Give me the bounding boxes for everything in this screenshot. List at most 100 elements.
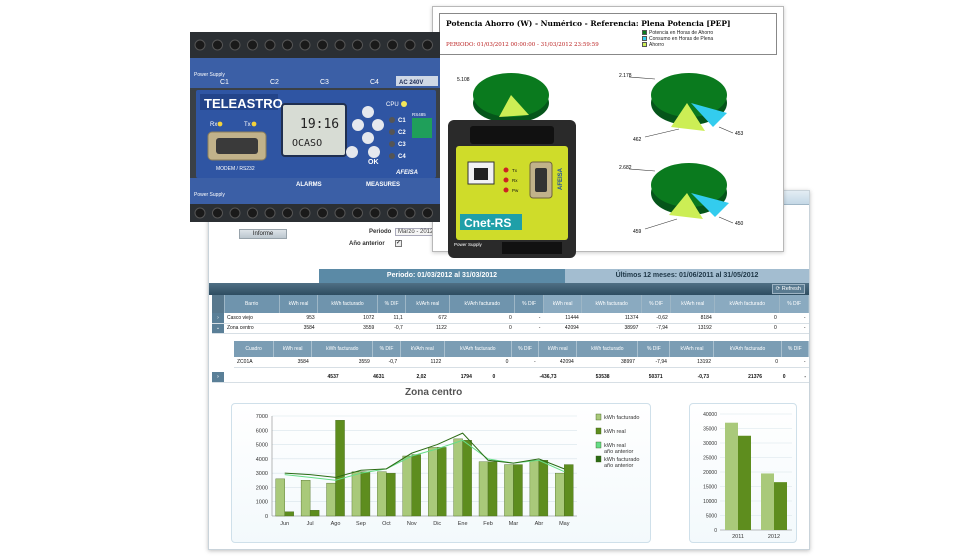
table-cell: - <box>781 357 809 368</box>
ok-button[interactable] <box>368 146 380 158</box>
subtable-row[interactable]: ZC01A 3584 3559 -0,7 1122 0-42094 38997 -7,94 13… <box>234 357 809 368</box>
y-tick-label: 15000 <box>703 485 717 491</box>
column-header[interactable]: kVArh real <box>405 295 451 313</box>
subtable-column-header[interactable]: kWh real <box>273 341 313 357</box>
y-tick-label: 4000 <box>256 457 268 463</box>
column-header[interactable]: kVArh facturado <box>449 295 516 313</box>
cpu-label: CPU <box>386 102 399 108</box>
column-header[interactable]: kVArh real <box>670 295 716 313</box>
subtable-column-header[interactable]: Cuadro <box>234 341 275 357</box>
anio-anterior-checkbox[interactable]: ✓ <box>395 240 402 247</box>
column-header[interactable]: kVArh facturado <box>714 295 781 313</box>
column-header[interactable]: kWh facturado <box>317 295 378 313</box>
x-tick-label: Abr <box>535 521 544 527</box>
x-tick-label: Feb <box>483 521 492 527</box>
contact-label-c1: C1 <box>220 79 229 86</box>
subtable-column-header[interactable]: kVArh real <box>400 341 445 357</box>
rx-led <box>217 121 223 127</box>
legend-label-cont: año anterior <box>604 449 634 455</box>
column-header[interactable]: % DIF <box>377 295 407 313</box>
subtable-column-header[interactable]: % DIF <box>781 341 810 357</box>
subtable-column-header[interactable]: kWh real <box>538 341 578 357</box>
column-header[interactable]: % DIF <box>514 295 544 313</box>
terminal-screw <box>334 207 346 219</box>
terminal-screw <box>422 39 433 51</box>
right-arrow-button[interactable] <box>372 119 384 131</box>
periodo-select[interactable]: Marzo - 2012 <box>395 228 437 236</box>
contact-label-c3: C3 <box>320 79 329 86</box>
down-arrow-button[interactable] <box>362 132 374 144</box>
cnet-rs-device: Tx Rx Pw AFEISA Cnet-RS Power Supply <box>448 120 576 258</box>
column-header[interactable]: % DIF <box>779 295 809 313</box>
y-tick-label: 25000 <box>703 456 717 462</box>
pie-value-label: 5.108 <box>457 77 470 83</box>
terminal-screw <box>282 207 293 219</box>
rs485-label: RS485 <box>412 112 426 117</box>
pie-chart-3 <box>628 163 734 230</box>
y-tick-label: 6000 <box>256 428 268 434</box>
bar-kwh-facturado <box>351 471 362 517</box>
column-header[interactable]: % DIF <box>641 295 672 313</box>
totals-cell: 53538 <box>559 372 613 383</box>
table-cell: 0 <box>449 313 515 324</box>
terminal-strip-bottom <box>190 204 440 222</box>
column-header[interactable]: kWh real <box>279 295 319 313</box>
table-row[interactable]: ⌄ Zona centro 3584 3559 -0,7 1122 0-42094 38997… <box>212 323 809 334</box>
power-supply-bottom-label: Power Supply <box>194 192 225 198</box>
x-tick-label: Sep <box>356 521 366 527</box>
terminal-screw <box>422 207 433 219</box>
back-button[interactable] <box>346 146 358 158</box>
subtable-column-header[interactable]: kVArh facturado <box>444 341 512 357</box>
subtable-column-header[interactable]: kVArh real <box>669 341 715 357</box>
bar-kwh-facturado <box>453 438 463 517</box>
terminal-screw <box>194 207 206 219</box>
tx-led <box>251 121 257 127</box>
bar-kwh-facturado <box>478 461 489 517</box>
table-cell: 3584 <box>279 323 318 334</box>
y-tick-label: 10000 <box>703 499 717 505</box>
y-tick-label: 35000 <box>703 427 717 433</box>
totals-cell: 21376 <box>712 372 766 383</box>
pie-value-label: 453 <box>735 131 744 137</box>
bar-kwh-real <box>462 440 472 517</box>
refresh-button[interactable]: ⟳ Refresh <box>771 284 805 294</box>
up-arrow-button[interactable] <box>362 106 374 118</box>
terminal-screw <box>387 207 398 219</box>
subtable-column-header[interactable]: % DIF <box>637 341 671 357</box>
rx-led-label: Rx <box>512 178 518 183</box>
bar-kwh-real <box>335 420 345 517</box>
column-header[interactable]: kWh real <box>543 295 583 313</box>
subtable-column-header[interactable]: kVArh facturado <box>713 341 782 357</box>
legend-swatch <box>595 413 602 421</box>
column-header[interactable]: Barrio <box>224 295 280 313</box>
legend-label: kWh facturado <box>604 415 639 421</box>
tab-informe[interactable]: Informe <box>239 229 287 239</box>
report-title: Potencia Ahorro (W) - Numérico - Referen… <box>446 19 731 28</box>
terminal-screw <box>194 39 206 51</box>
pie-value-label: 2.682 <box>619 165 632 171</box>
terminal-strip-top <box>190 32 440 58</box>
subtable-column-header[interactable]: kWh facturado <box>311 341 374 357</box>
pie-value-label: 2.178 <box>619 73 632 79</box>
monthly-chart: 0 1000 2000 3000 4000 5000 6000 7000 Jun Jul Ago Se… <box>256 413 639 527</box>
left-arrow-button[interactable] <box>352 119 364 131</box>
subtable-column-header[interactable]: % DIF <box>511 341 540 357</box>
totals-expander-button[interactable]: › <box>212 372 224 383</box>
totals-cell: 4537 <box>296 372 342 383</box>
totals-cell: 4631 <box>341 372 388 383</box>
tx-led <box>503 167 509 173</box>
column-header[interactable]: kWh facturado <box>581 295 642 313</box>
table-row[interactable]: › Casco viejo 953 1072 11,1 672 0-11444 11374 -0… <box>212 313 809 324</box>
monthly-chart-container: 0 1000 2000 3000 4000 5000 6000 7000 Jun Jul Ago Se… <box>231 403 651 543</box>
table-cell: 1122 <box>405 323 450 334</box>
y-tick-label: 7000 <box>256 414 268 420</box>
subtable-column-header[interactable]: kWh facturado <box>576 341 639 357</box>
grid-toolbar: ⟳ Refresh <box>209 283 809 295</box>
legend-swatch <box>595 427 602 435</box>
row-expander-button[interactable]: › <box>212 313 224 324</box>
x-tick-label: Ago <box>331 521 341 527</box>
row-expander-button[interactable]: ⌄ <box>212 323 224 334</box>
table-cell: 8184 <box>670 313 715 324</box>
rs485-connector[interactable] <box>412 118 432 138</box>
subtable-column-header[interactable]: % DIF <box>372 341 401 357</box>
